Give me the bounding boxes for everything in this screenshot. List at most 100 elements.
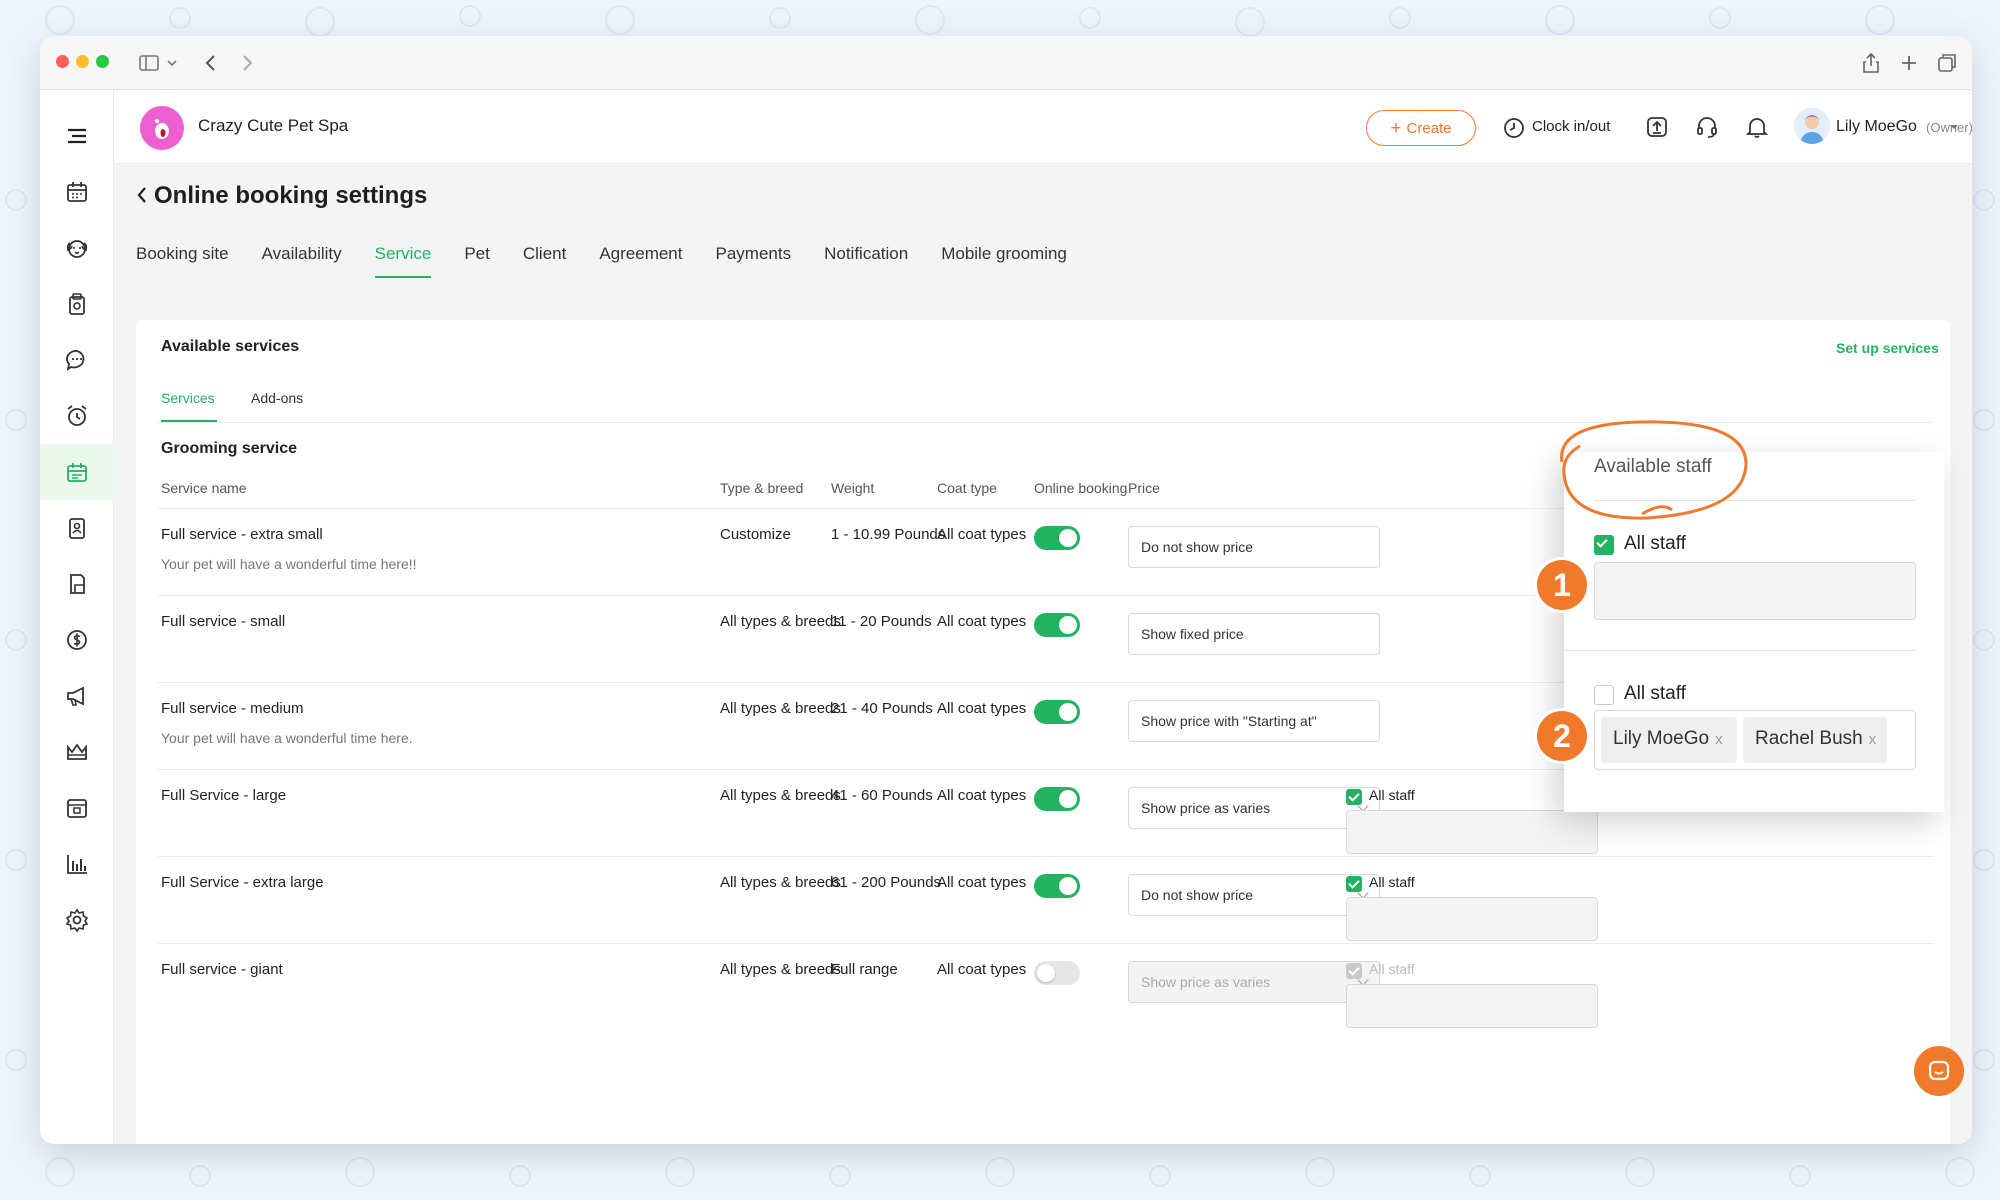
all-staff-label: All staff: [1624, 683, 1686, 704]
coat-type: All coat types: [937, 613, 1027, 630]
bar-chart-icon: [67, 855, 87, 874]
chevron-down-icon[interactable]: [164, 50, 180, 76]
sidebar-item-website[interactable]: [40, 780, 114, 836]
upload-icon[interactable]: [1644, 114, 1670, 140]
price-display-select[interactable]: Do not show price: [1128, 874, 1380, 916]
headset-icon[interactable]: [1694, 114, 1720, 140]
create-button-label: Create: [1406, 119, 1452, 137]
section-title: Grooming service: [161, 440, 298, 457]
set-up-services-link[interactable]: Set up services: [1836, 340, 1939, 356]
all-staff-checkbox[interactable]: [1346, 789, 1362, 805]
pet-face-icon: [66, 240, 88, 258]
browser-toolbar: [40, 36, 1972, 90]
all-staff-checkbox: [1346, 963, 1362, 979]
sidebar-item-messages[interactable]: [40, 332, 114, 388]
online-booking-toggle[interactable]: [1034, 874, 1080, 898]
type-breed-link[interactable]: Customize: [720, 526, 791, 543]
tab-service[interactable]: Service: [374, 242, 432, 278]
document-icon: [70, 574, 85, 594]
chat-launcher-button[interactable]: [1914, 1046, 1964, 1096]
all-staff-checkbox-checked[interactable]: [1594, 535, 1614, 555]
sidebar-item-insights[interactable]: [40, 836, 114, 892]
all-staff-checkbox[interactable]: [1346, 876, 1362, 892]
online-booking-toggle[interactable]: [1034, 700, 1080, 724]
business-name: Crazy Cute Pet Spa: [198, 116, 349, 135]
price-select-value: Show price with "Starting at": [1141, 713, 1317, 729]
menu-button[interactable]: [40, 108, 114, 164]
weight-range: 11 - 20 Pounds: [831, 613, 932, 630]
sidebar-item-marketing[interactable]: [40, 668, 114, 724]
sidebar-item-pets[interactable]: [40, 220, 114, 276]
all-staff-checkbox-unchecked[interactable]: [1594, 685, 1614, 705]
bell-icon[interactable]: [1744, 114, 1770, 140]
new-tab-icon[interactable]: [1896, 50, 1922, 76]
remove-chip-icon[interactable]: x: [1715, 731, 1723, 748]
staff-chip: Lily MoeGo x: [1601, 717, 1737, 763]
online-booking-toggle[interactable]: [1034, 526, 1080, 550]
tabs-overview-icon[interactable]: [1934, 50, 1960, 76]
service-name: Full service - extra small: [161, 526, 323, 543]
col-header-online-booking: Online booking: [1034, 480, 1128, 496]
staff-select-empty[interactable]: [1594, 562, 1916, 620]
sidebar-item-online-booking[interactable]: [40, 444, 114, 500]
tab-payments[interactable]: Payments: [716, 242, 792, 278]
sidebar-item-calendar[interactable]: [40, 164, 114, 220]
tab-agreement[interactable]: Agreement: [599, 242, 682, 278]
sidebar-item-payments[interactable]: [40, 612, 114, 668]
sidebar-item-retail[interactable]: [40, 276, 114, 332]
remove-chip-icon[interactable]: x: [1869, 731, 1877, 748]
tab-pet[interactable]: Pet: [464, 242, 490, 278]
subtab-add-ons[interactable]: Add-ons: [251, 390, 303, 406]
close-window-button[interactable]: [56, 55, 69, 68]
back-arrow-icon[interactable]: [198, 50, 224, 76]
tab-booking-site[interactable]: Booking site: [136, 242, 229, 278]
subtab-services[interactable]: Services: [161, 390, 215, 406]
service-name: Full Service - extra large: [161, 874, 324, 891]
price-display-select[interactable]: Do not show price: [1128, 526, 1380, 568]
sidebar-item-reports[interactable]: [40, 500, 114, 556]
sidebar-item-settings[interactable]: [40, 892, 114, 948]
weight-range: 21 - 40 Pounds: [831, 700, 933, 717]
coat-type: All coat types: [937, 787, 1027, 804]
staff-select[interactable]: [1346, 810, 1598, 854]
price-display-select[interactable]: Show price as varies: [1128, 787, 1380, 829]
minimize-window-button[interactable]: [76, 55, 89, 68]
maximize-window-button[interactable]: [96, 55, 109, 68]
sidebar-item-reminders[interactable]: [40, 388, 114, 444]
weight-range: Full range: [831, 961, 898, 978]
service-name: Full Service - large: [161, 787, 287, 804]
create-button[interactable]: + Create: [1366, 110, 1476, 146]
staff-multiselect[interactable]: Lily MoeGo x Rachel Bush x: [1594, 710, 1916, 770]
price-select-value: Do not show price: [1141, 887, 1254, 903]
tab-availability[interactable]: Availability: [262, 242, 342, 278]
clock-in-out-link[interactable]: Clock in/out: [1532, 118, 1610, 135]
staff-chip-label: Rachel Bush: [1755, 728, 1863, 749]
price-display-select[interactable]: Show price with "Starting at": [1128, 700, 1380, 742]
caret-down-icon[interactable]: [1948, 122, 1960, 132]
sidebar-toggle-icon[interactable]: [136, 50, 162, 76]
dollar-icon: [67, 630, 87, 650]
user-name[interactable]: Lily MoeGo: [1836, 118, 1917, 136]
sidebar-item-agreements[interactable]: [40, 556, 114, 612]
service-name: Full service - giant: [161, 961, 283, 978]
staff-chip: Rachel Bush x: [1743, 717, 1887, 763]
staff-select[interactable]: [1346, 897, 1598, 941]
share-icon[interactable]: [1858, 50, 1884, 76]
online-booking-toggle[interactable]: [1034, 787, 1080, 811]
forward-arrow-icon[interactable]: [234, 50, 260, 76]
staff-chip-label: Lily MoeGo: [1613, 728, 1710, 749]
sidebar-item-membership[interactable]: [40, 724, 114, 780]
divider: [158, 856, 1934, 857]
online-booking-toggle[interactable]: [1034, 613, 1080, 637]
avatar[interactable]: [1794, 108, 1830, 144]
divider: [158, 943, 1934, 944]
tab-notification[interactable]: Notification: [824, 242, 908, 278]
tab-client[interactable]: Client: [523, 242, 566, 278]
price-display-select[interactable]: Show fixed price: [1128, 613, 1380, 655]
back-chevron-icon[interactable]: [134, 184, 150, 206]
all-staff-label: All staff: [1369, 874, 1415, 890]
online-booking-toggle[interactable]: [1034, 961, 1080, 985]
service-description: Your pet will have a wonderful time here…: [161, 730, 413, 746]
clock-icon[interactable]: [1502, 116, 1526, 140]
tab-mobile-grooming[interactable]: Mobile grooming: [941, 242, 1067, 278]
